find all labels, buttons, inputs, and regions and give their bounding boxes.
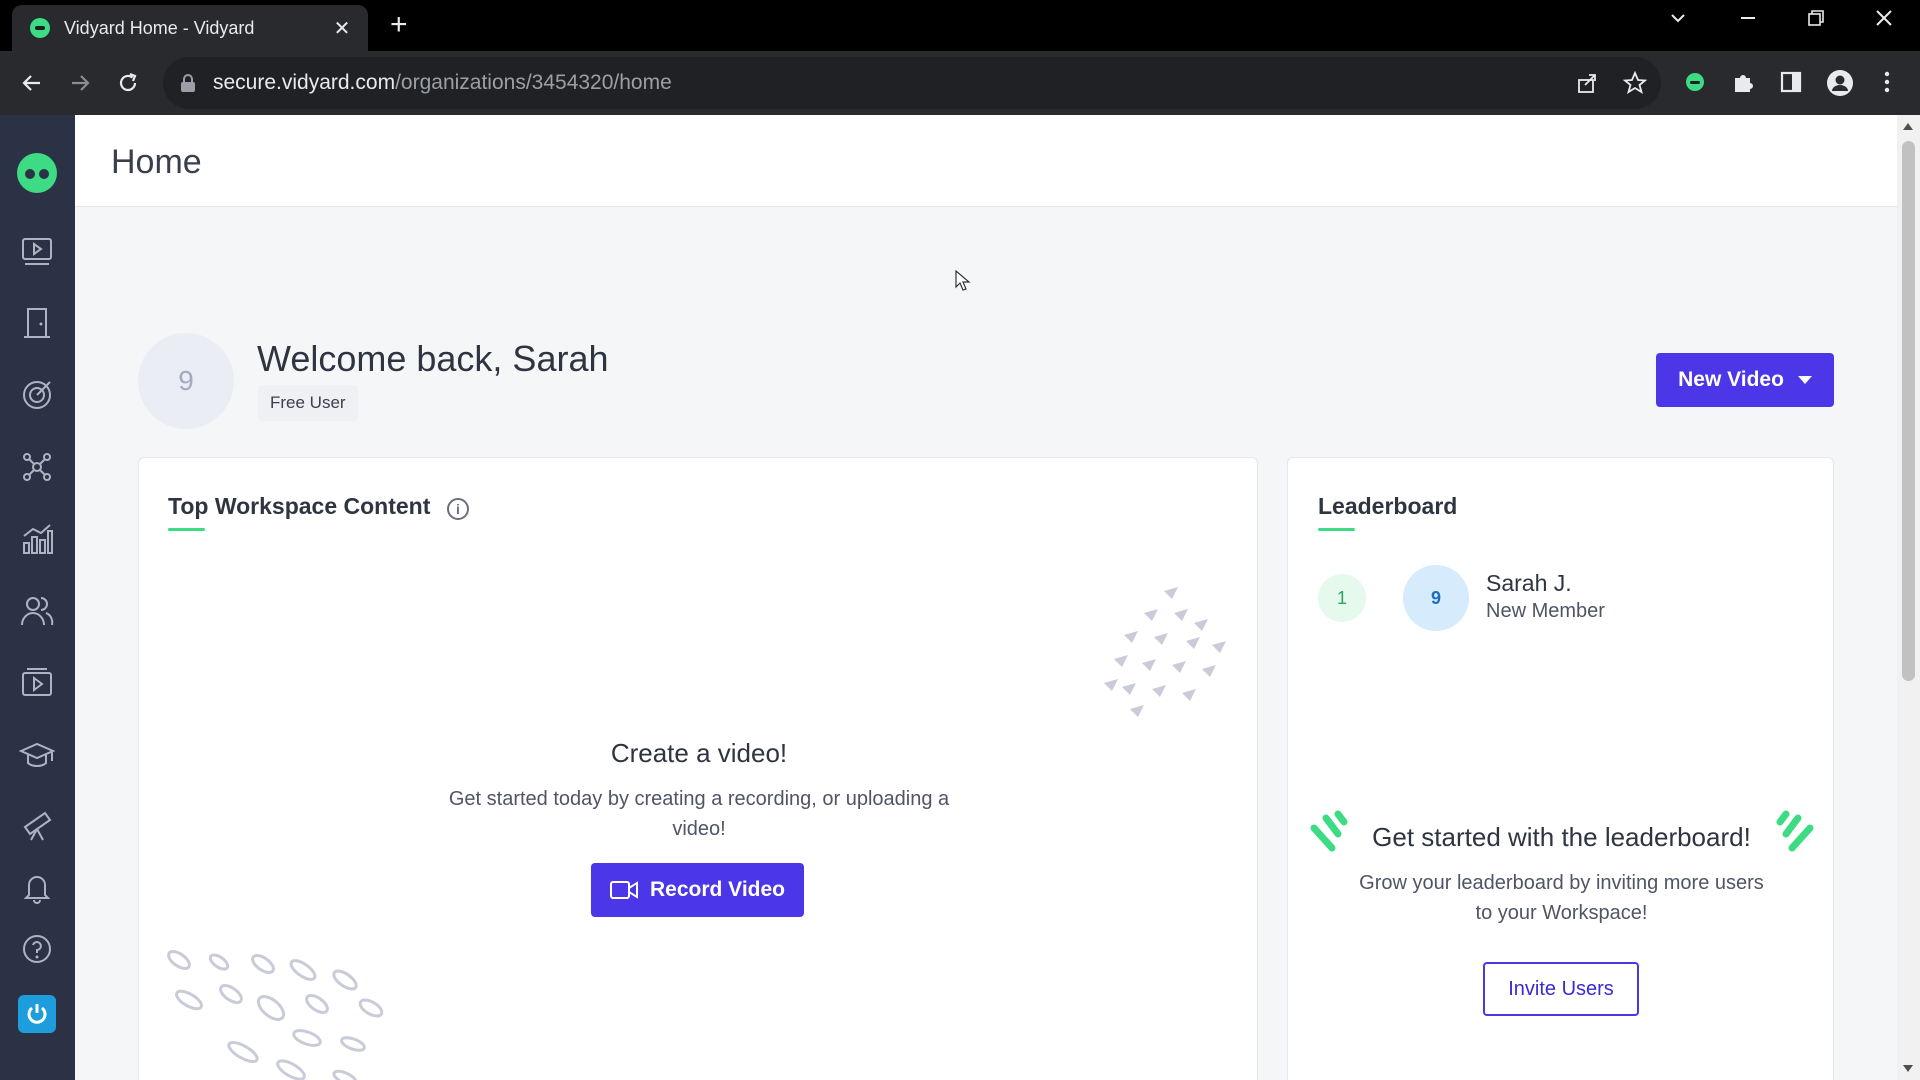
leaderboard-user-name: Sarah J.: [1486, 570, 1572, 596]
page-header: Home: [75, 115, 1897, 207]
integrations-icon[interactable]: [17, 447, 57, 487]
new-tab-icon[interactable]: +: [390, 10, 408, 40]
card-title: Top Workspace Content: [168, 493, 431, 519]
target-icon[interactable]: [17, 375, 57, 415]
card-title-underline: [1318, 528, 1355, 531]
avatar: 9: [138, 333, 234, 429]
empty-state-title: Create a video!: [610, 738, 788, 768]
browser-tab-strip: Vidyard Home - Vidyard ✕ +: [0, 0, 1920, 51]
users-icon[interactable]: [17, 591, 57, 631]
vidyard-favicon-icon: [30, 18, 50, 38]
scroll-down-icon[interactable]: [1903, 1065, 1913, 1072]
url-path: /organizations/3454320/home: [395, 71, 672, 94]
learn-icon[interactable]: [17, 735, 57, 775]
vidyard-extension-icon[interactable]: [1682, 69, 1708, 95]
browser-tab[interactable]: Vidyard Home - Vidyard ✕: [12, 5, 368, 51]
browser-menu-icon[interactable]: [1874, 69, 1900, 95]
mouse-cursor-icon: [955, 270, 971, 291]
tab-search-icon[interactable]: [1660, 8, 1696, 34]
record-video-label: Record Video: [650, 878, 785, 901]
leaderboard-user-role: New Member: [1486, 600, 1605, 622]
page-scrollbar[interactable]: [1897, 115, 1920, 1080]
address-bar[interactable]: secure.vidyard.com/organizations/3454320…: [163, 57, 1661, 109]
telescope-icon[interactable]: [17, 805, 57, 845]
leaderboard-empty-text: Grow your leaderboard by inviting more u…: [1359, 872, 1764, 924]
decorative-leaves-icon: [167, 950, 384, 1080]
analytics-icon[interactable]: [17, 519, 57, 559]
extensions-puzzle-icon[interactable]: [1730, 69, 1756, 95]
plan-badge: Free User: [258, 385, 358, 421]
tab-title: Vidyard Home - Vidyard: [64, 17, 255, 38]
caret-down-icon: [1797, 376, 1812, 384]
top-workspace-content-card: Top Workspace Content i Create a video! …: [138, 457, 1258, 1080]
door-icon[interactable]: [17, 303, 57, 343]
side-panel-icon[interactable]: [1778, 69, 1804, 95]
back-icon[interactable]: [14, 65, 50, 101]
reload-icon[interactable]: [110, 65, 146, 101]
help-icon[interactable]: [17, 929, 57, 969]
profile-icon[interactable]: [1826, 69, 1853, 96]
info-icon[interactable]: i: [447, 498, 469, 520]
scroll-up-icon[interactable]: [1903, 123, 1913, 130]
power-icon[interactable]: [18, 995, 56, 1033]
leaderboard-card: Leaderboard 1 9 Sarah J. New Member Get …: [1287, 457, 1834, 1080]
app-sidebar: [0, 115, 75, 1080]
page-title: Home: [111, 143, 202, 181]
playlist-icon[interactable]: [17, 663, 57, 703]
card-title: Leaderboard: [1318, 493, 1458, 519]
close-tab-icon[interactable]: ✕: [330, 16, 354, 41]
empty-state-text: Get started today by creating a recordin…: [448, 788, 950, 840]
close-window-icon[interactable]: [1866, 8, 1902, 34]
url-host: secure.vidyard.com: [213, 71, 396, 94]
minimize-icon[interactable]: [1730, 8, 1766, 34]
invite-users-button[interactable]: Invite Users: [1483, 962, 1639, 1016]
leaderboard-empty-title: Get started with the leaderboard!: [1372, 822, 1751, 852]
video-library-icon[interactable]: [17, 231, 57, 271]
leaderboard-rank: 1: [1318, 574, 1366, 622]
welcome-heading: Welcome back, Sarah: [257, 338, 609, 379]
bookmark-star-icon[interactable]: [1622, 70, 1648, 95]
video-camera-icon: [610, 881, 638, 899]
browser-toolbar: secure.vidyard.com/organizations/3454320…: [0, 51, 1920, 115]
lock-icon: [181, 74, 195, 92]
restore-icon[interactable]: [1798, 8, 1834, 34]
card-title-underline: [168, 528, 205, 531]
new-video-button[interactable]: New Video: [1656, 353, 1834, 407]
forward-icon[interactable]: [62, 65, 98, 101]
share-icon[interactable]: [1575, 71, 1599, 95]
vidyard-logo-icon[interactable]: [17, 153, 57, 193]
new-video-label: New Video: [1678, 368, 1784, 391]
scroll-thumb[interactable]: [1902, 141, 1915, 681]
avatar: 9: [1403, 565, 1469, 631]
bell-icon[interactable]: [17, 867, 57, 907]
main-content: Home 9 Welcome back, Sarah Free User New…: [75, 115, 1897, 1080]
decorative-arrows-icon: [1104, 587, 1226, 717]
record-video-button[interactable]: Record Video: [591, 863, 804, 917]
